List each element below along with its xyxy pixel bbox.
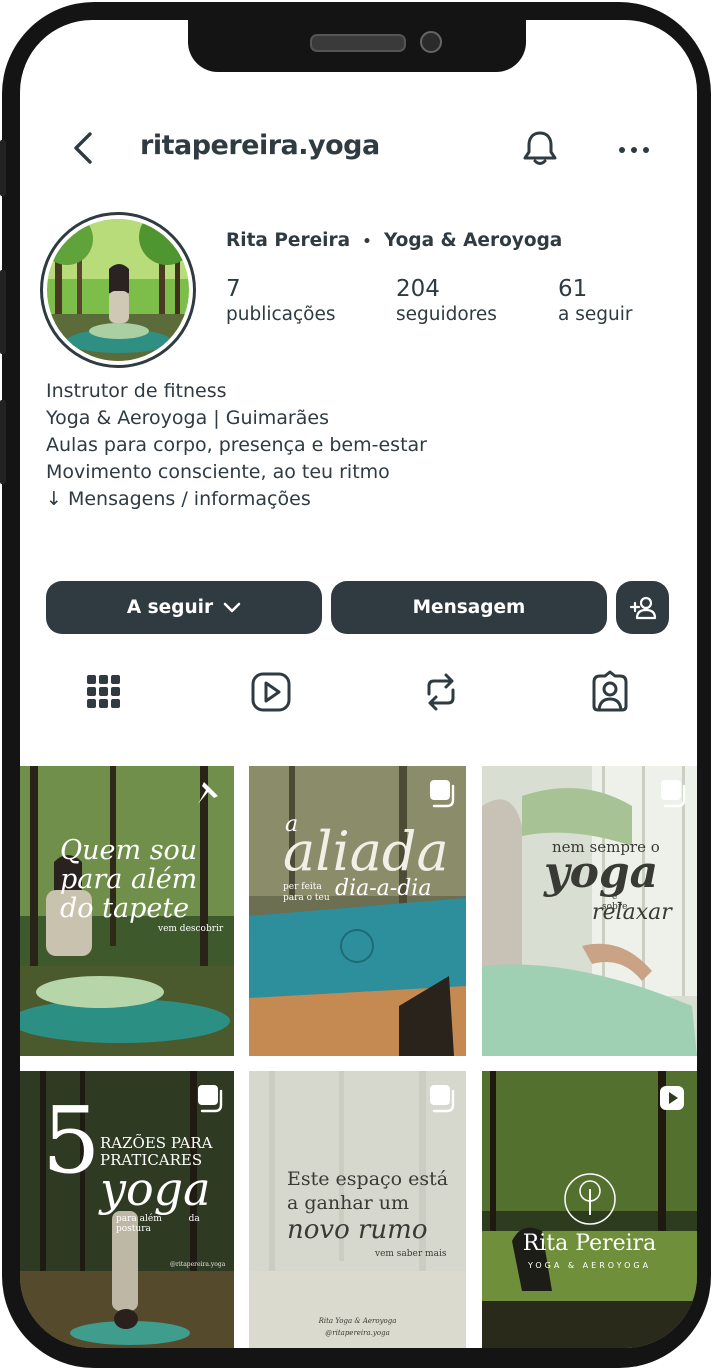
chevron-left-icon[interactable] <box>68 128 98 168</box>
stat-following[interactable]: 61 a seguir <box>558 276 632 328</box>
bell-icon[interactable] <box>520 128 560 168</box>
post-caption-number: 5 <box>42 1087 101 1194</box>
post-caption-small: vem descobrir <box>158 924 224 934</box>
bio-line: Aulas para corpo, presença e bem-estar <box>46 434 427 456</box>
post-caption: Este espaço está a ganhar um <box>287 1167 448 1215</box>
stat-value: 61 <box>558 276 588 302</box>
post-caption-small: para além da postura <box>116 1214 234 1234</box>
stat-followers[interactable]: 204 seguidores <box>396 276 497 328</box>
post-caption-line: do tapete <box>60 893 190 924</box>
post-caption-line: Este espaço está <box>287 1168 449 1190</box>
post-footer-line: Rita Yoga & Aeroyoga <box>318 1317 397 1325</box>
post-image <box>249 766 466 1056</box>
stat-value: 204 <box>396 276 440 302</box>
reposts-icon[interactable] <box>421 670 461 714</box>
carousel-icon <box>430 1085 455 1113</box>
phone-side-button <box>0 270 6 354</box>
post-caption-line: RAZÕES PARA <box>100 1134 213 1152</box>
add-person-icon <box>629 596 656 619</box>
bio-line: Instrutor de fitness <box>46 380 227 402</box>
add-user-button[interactable] <box>616 581 669 634</box>
profile-header: ritapereira.yoga <box>20 120 697 176</box>
following-button[interactable]: A seguir <box>46 581 322 634</box>
full-name-text: Rita Pereira <box>226 230 351 251</box>
stat-label: publicações <box>226 304 336 325</box>
bio-line: Movimento consciente, ao teu ritmo <box>46 461 390 483</box>
phone-side-button <box>0 400 6 484</box>
phone-frame: ritapereira.yoga Rita Pereira • Yoga & A… <box>0 0 713 1370</box>
reel-icon <box>660 1086 684 1110</box>
carousel-icon <box>198 1085 223 1113</box>
more-horizontal-icon[interactable] <box>616 134 652 164</box>
phone-notch <box>188 16 526 72</box>
post-caption-line: para além <box>60 864 198 895</box>
name-separator: • <box>362 234 372 250</box>
profile-full-name: Rita Pereira • Yoga & Aeroyoga <box>226 230 562 251</box>
post-caption: per feita para o teu <box>283 882 330 904</box>
message-label: Mensagem <box>412 597 526 618</box>
avatar-photo <box>47 219 189 361</box>
profile-bio: Instrutor de fitness Yoga & Aeroyoga | G… <box>46 378 427 513</box>
post-caption-big: aliada <box>283 820 449 883</box>
post-footer: Rita Yoga & Aeroyoga @ritapereira.yoga <box>249 1315 466 1339</box>
post-title: Rita Pereira <box>522 1231 657 1256</box>
post-thumbnail[interactable]: a aliada per feita para o teu dia-a-dia <box>249 766 466 1056</box>
post-caption: Quem sou para além do tapete vem descobr… <box>60 836 234 935</box>
post-caption-line: para além <box>116 1214 162 1224</box>
posts-grid: Quem sou para além do tapete vem descobr… <box>20 766 697 1348</box>
post-caption-script: dia-a-dia <box>335 876 432 901</box>
phone-side-button <box>0 140 6 196</box>
post-caption-big: yoga <box>100 1162 211 1216</box>
following-label: A seguir <box>126 597 214 618</box>
message-button[interactable]: Mensagem <box>331 581 607 634</box>
post-caption-big: yoga <box>544 847 659 898</box>
post-footer-line: @ritapereira.yoga <box>325 1329 390 1337</box>
post-caption-script: relaxar <box>592 900 672 925</box>
grid-icon[interactable] <box>84 670 124 714</box>
front-camera <box>420 31 442 53</box>
post-thumbnail[interactable]: nem sempre o yoga é sobre relaxar <box>482 766 697 1056</box>
post-caption-line: Quem sou <box>60 835 198 866</box>
speaker-grille <box>310 34 406 52</box>
stat-label: a seguir <box>558 304 633 325</box>
tree-logo-icon <box>564 1173 616 1225</box>
post-caption-line: per feita <box>283 882 322 892</box>
tagged-icon[interactable] <box>590 670 630 714</box>
stat-posts[interactable]: 7 publicações <box>226 276 336 328</box>
stat-value: 7 <box>226 276 241 302</box>
chevron-down-icon <box>223 602 241 612</box>
post-handle: @ritapereira.yoga <box>170 1261 226 1268</box>
bio-line: Yoga & Aeroyoga | Guimarães <box>46 407 329 429</box>
app-screen: ritapereira.yoga Rita Pereira • Yoga & A… <box>20 20 697 1348</box>
pin-icon <box>198 782 218 804</box>
post-caption-big: novo rumo <box>287 1215 428 1245</box>
carousel-icon <box>661 780 686 808</box>
post-caption-small: vem saber mais <box>375 1249 447 1259</box>
reels-icon[interactable] <box>251 670 291 714</box>
post-thumbnail[interactable]: Rita Pereira YOGA & AEROYOGA <box>482 1071 697 1348</box>
bio-link[interactable]: ↓ Mensagens / informações <box>46 486 427 513</box>
avatar[interactable] <box>40 212 196 368</box>
post-thumbnail[interactable]: 5 RAZÕES PARA PRATICARES yoga para além … <box>20 1071 234 1348</box>
post-subtitle: YOGA & AEROYOGA <box>527 1261 652 1270</box>
post-caption-line: para o teu <box>283 893 330 903</box>
post-thumbnail[interactable]: Quem sou para além do tapete vem descobr… <box>20 766 234 1056</box>
profile-tagline: Yoga & Aeroyoga <box>383 230 563 251</box>
carousel-icon <box>430 780 455 808</box>
post-thumbnail[interactable]: Este espaço está a ganhar um novo rumo v… <box>249 1071 466 1348</box>
profile-username: ritapereira.yoga <box>140 130 380 161</box>
post-caption-line: a ganhar um <box>287 1192 410 1214</box>
stat-label: seguidores <box>396 304 497 325</box>
